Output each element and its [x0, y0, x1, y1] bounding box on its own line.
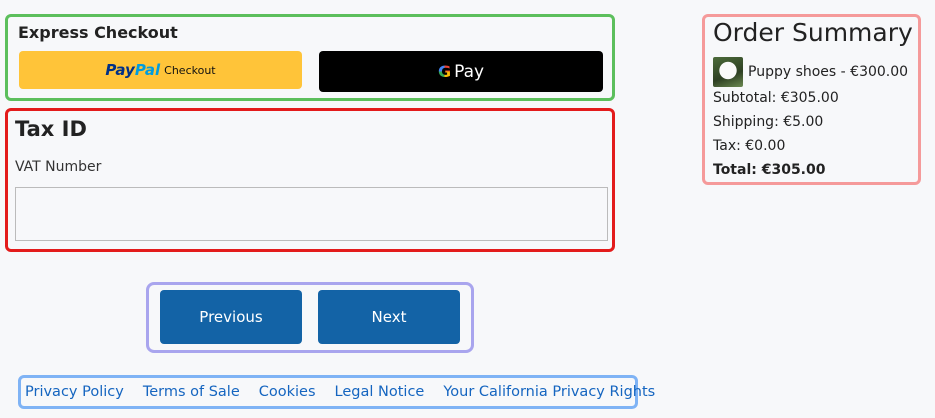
vat-number-input[interactable]	[15, 187, 608, 241]
paypal-logo: PayPal	[105, 61, 160, 79]
tax-id-section: Tax ID VAT Number	[5, 108, 615, 252]
vat-number-label: VAT Number	[15, 159, 102, 175]
paypal-checkout-label: Checkout	[164, 63, 216, 77]
paypal-checkout-button[interactable]: PayPal Checkout	[19, 51, 302, 89]
google-g-icon: G	[437, 62, 452, 81]
express-checkout-title: Express Checkout	[18, 23, 178, 42]
order-item-label: Puppy shoes - €300.00	[748, 64, 909, 80]
privacy-policy-link[interactable]: Privacy Policy	[25, 384, 124, 400]
total-line: Total: €305.00	[713, 162, 826, 178]
subtotal-line: Subtotal: €305.00	[713, 90, 839, 106]
california-privacy-rights-link[interactable]: Your California Privacy Rights	[443, 384, 655, 400]
previous-button[interactable]: Previous	[160, 290, 302, 344]
terms-of-sale-link[interactable]: Terms of Sale	[143, 384, 240, 400]
product-thumbnail	[713, 57, 743, 87]
shipping-line: Shipping: €5.00	[713, 114, 824, 130]
tax-id-title: Tax ID	[15, 117, 87, 141]
order-item: Puppy shoes - €300.00	[713, 57, 908, 87]
google-pay-button[interactable]: G Pay	[319, 51, 603, 92]
cookies-link[interactable]: Cookies	[259, 384, 316, 400]
order-summary-title: Order Summary	[713, 18, 913, 47]
google-pay-label: Pay	[454, 61, 485, 82]
express-checkout-section: Express Checkout PayPal Checkout G Pay	[5, 14, 615, 101]
paypal-logo-pal: Pal	[134, 61, 161, 79]
legal-notice-link[interactable]: Legal Notice	[335, 384, 425, 400]
tax-line: Tax: €0.00	[713, 138, 786, 154]
paypal-logo-pay: Pay	[105, 61, 135, 79]
footer-links: Privacy Policy Terms of Sale Cookies Leg…	[18, 375, 655, 409]
next-button[interactable]: Next	[318, 290, 460, 344]
step-navigation: Previous Next	[146, 282, 474, 353]
order-summary-section: Order Summary Puppy shoes - €300.00 Subt…	[702, 14, 921, 185]
